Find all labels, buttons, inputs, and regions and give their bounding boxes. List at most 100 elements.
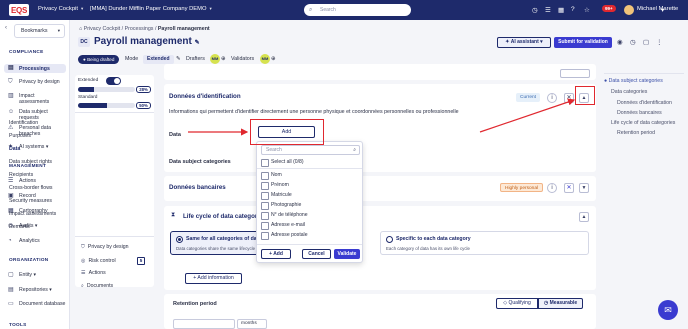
nav-impact-assessments[interactable]: Impact assessments [9, 211, 56, 217]
help-icon[interactable]: ? [571, 6, 575, 13]
grid-icon[interactable]: ▦ [558, 6, 564, 14]
sidebar-item-analytics[interactable]: ◔ Analytics [4, 238, 66, 244]
user-icon: ☺ [8, 109, 15, 115]
clock-icon[interactable]: ◷ [532, 6, 538, 14]
sidebar-item-repositories[interactable]: ▤ Repositories ▾ [4, 287, 66, 293]
sidebar-item-document-database[interactable]: ▭ Document database [4, 301, 66, 307]
breadcrumb-item[interactable]: Processings [125, 26, 154, 32]
data-select-dropdown: Search ⌕ Select all (0/8) Nom Prénom Matr… [256, 141, 363, 263]
avatar[interactable]: MM [210, 54, 220, 64]
option-checkbox[interactable]: N° de téléphone [261, 212, 308, 220]
info-icon[interactable]: i [547, 183, 557, 193]
sidebar-item-actions[interactable]: ☰ Actions [4, 178, 66, 184]
radio-button[interactable] [176, 236, 183, 243]
breadcrumb: ⌂ Privacy Cockpit / Processings / Payrol… [79, 26, 210, 32]
avatar[interactable]: MM [260, 54, 270, 64]
nav-purposes[interactable]: Purposes [9, 133, 31, 139]
select-all-checkbox[interactable]: Select all (0/8) [261, 159, 304, 167]
option-checkbox[interactable]: Matricule [261, 192, 292, 200]
retention-value-input[interactable] [173, 319, 235, 329]
option-checkbox[interactable]: Adresse e-mail [261, 222, 305, 230]
breadcrumb-item[interactable]: Privacy Cockpit [84, 26, 121, 32]
mode-badge[interactable]: Extended [143, 55, 174, 64]
toc-item[interactable]: Life cycle of data categories [611, 120, 675, 126]
toc-item[interactable]: Retention period [617, 130, 655, 136]
history-icon[interactable]: ◷ [630, 38, 636, 46]
add-user-icon[interactable]: ⊕ [271, 56, 275, 62]
toc-item[interactable]: Données d'identification [617, 100, 672, 106]
company-logo[interactable]: EQS [9, 4, 29, 16]
measurable-tab[interactable]: ◷ Measurable [538, 298, 583, 309]
option-checkbox[interactable]: Prénom [261, 182, 289, 190]
sidebar-item-label: Impact assessments [19, 93, 50, 105]
add-information-button[interactable]: + Add information [185, 273, 242, 284]
chat-icon[interactable]: ✉ [658, 300, 678, 320]
info-icon[interactable]: i [547, 93, 557, 103]
collapse-sidebar-icon[interactable]: ‹ [5, 25, 13, 38]
nav-identification[interactable]: Identification [9, 120, 38, 126]
dropdown-add-button[interactable]: + Add [261, 249, 291, 259]
edit-icon[interactable]: ✎ [195, 40, 200, 46]
home-icon[interactable]: ⌂ [79, 26, 82, 32]
dropdown-cancel-button[interactable]: Cancel [302, 249, 331, 259]
sidebar-item-label: Entity [19, 272, 32, 278]
app-switcher[interactable]: Privacy Cockpit ▾ [38, 6, 83, 12]
card-title: Life cycle of data categories [183, 213, 266, 220]
close-icon[interactable]: ✕ [564, 93, 574, 103]
notification-badge[interactable]: 99+ [602, 5, 616, 12]
option-checkbox[interactable]: Nom [261, 172, 282, 180]
avatar[interactable] [624, 5, 634, 15]
sidebar-item-label: Analytics [19, 238, 40, 244]
risk-icon: ◎ [81, 258, 86, 264]
retention-unit-select[interactable]: months [237, 319, 267, 329]
link-risk-control[interactable]: ◎ Risk control [81, 258, 116, 264]
section-tools: TOOLS [9, 322, 27, 327]
page-title: Payroll management ✎ [94, 36, 200, 47]
card-action-box[interactable] [560, 69, 590, 78]
app-name: Privacy Cockpit [38, 6, 78, 12]
star-icon[interactable]: ☆ [584, 6, 590, 14]
link-privacy-by-design[interactable]: ⛉ Privacy by design [81, 244, 129, 251]
more-icon[interactable]: ⋮ [656, 38, 663, 46]
nav-data-subject-rights[interactable]: Data subject rights [9, 159, 52, 165]
chevron-up-icon[interactable]: ▲ [579, 212, 589, 222]
company-switcher[interactable]: [MMA] Dunder Mifflin Paper Company DEMO ▾ [90, 6, 212, 12]
radio-button[interactable] [386, 236, 393, 243]
comment-icon[interactable]: ▢ [643, 38, 649, 46]
standard-progress-bar [78, 103, 135, 108]
toc-item[interactable]: Données bancaires [617, 110, 662, 116]
chevron-down-icon: ▾ [34, 223, 38, 229]
chevron-down-icon[interactable]: ▼ [579, 183, 589, 193]
bookmarks-select[interactable]: Bookmarks ▾ [14, 24, 65, 38]
dropdown-search-input[interactable]: Search ⌕ [261, 145, 360, 155]
sidebar-item-processings[interactable]: ▤ Processings [4, 64, 66, 73]
dropdown-validate-button[interactable]: Validate [334, 249, 360, 259]
qualifying-tab[interactable]: ◇ Qualifying [496, 298, 538, 309]
user-name[interactable]: Michael Marette [637, 6, 678, 12]
option-checkbox[interactable]: Photographie [261, 202, 301, 210]
ai-assistant-button[interactable]: ✦ AI assistant ▾ [497, 37, 551, 48]
toc-data-subject-categories[interactable]: ● Data subject categories [604, 78, 663, 84]
section-compliance: COMPLIANCE [9, 49, 44, 54]
nav-remarks[interactable]: Remarks [9, 224, 30, 230]
nav-security-measures[interactable]: Security measures [9, 198, 52, 204]
sidebar-item-privacy-by-design[interactable]: ⛉ Privacy by design [4, 79, 66, 85]
option-specific-lifecycle[interactable]: Specific to each data category Each cate… [380, 231, 589, 255]
extended-toggle[interactable] [106, 77, 121, 85]
eye-icon[interactable]: ◉ [617, 38, 623, 46]
add-user-icon[interactable]: ⊕ [221, 56, 225, 62]
sidebar-item-impact-assessments[interactable]: ▥ Impact assessments [4, 93, 66, 105]
extended-toggle-row: Extended [78, 77, 121, 85]
nav-cross-border-flows[interactable]: Cross-border flows [9, 185, 53, 191]
sidebar-item-entity[interactable]: ▢ Entity ▾ [4, 272, 66, 278]
link-actions[interactable]: ☰ Actions [81, 270, 106, 276]
global-search-input[interactable]: ⌕ Search [304, 4, 411, 16]
option-checkbox[interactable]: Adresse postale [261, 232, 308, 240]
nav-recipients[interactable]: Recipients [9, 172, 33, 178]
link-documents[interactable]: ⌕ Documents [81, 283, 113, 290]
nav-data[interactable]: Data [9, 146, 20, 152]
submit-validation-button[interactable]: Submit for validation [554, 37, 612, 48]
toc-item[interactable]: Data categories [611, 89, 647, 95]
list-icon[interactable]: ☰ [545, 6, 551, 14]
close-icon[interactable]: ✕ [564, 183, 574, 193]
